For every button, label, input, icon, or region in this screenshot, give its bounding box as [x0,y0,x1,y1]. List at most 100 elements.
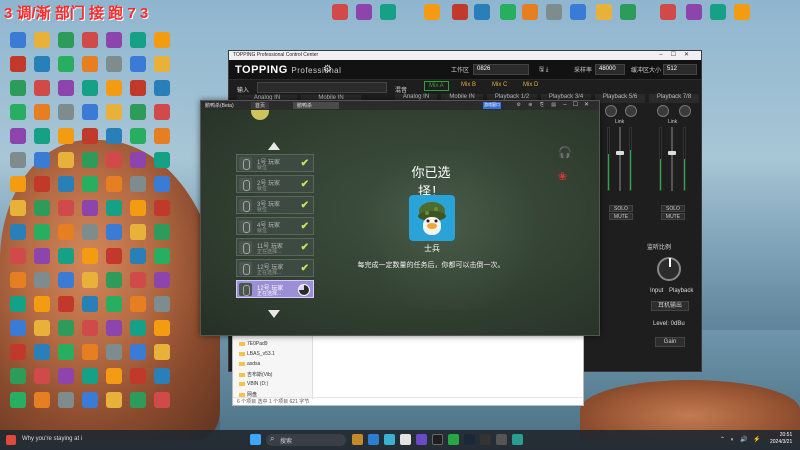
desktop-app-icon[interactable] [154,296,170,312]
sample-rate-select[interactable]: 48000 [595,64,625,75]
desktop-app-icon[interactable] [106,320,122,336]
desktop-app-icon[interactable] [106,32,122,48]
game-window-controls[interactable]: –☐✕ [563,101,595,108]
desktop-app-icon[interactable] [58,104,74,120]
desktop-app-icon[interactable] [82,320,98,336]
topping-window-controls[interactable]: –☐✕ [659,51,697,58]
explorer-item[interactable]: 吉布斯(Vib) [239,371,272,378]
desktop-app-icon[interactable] [58,80,74,96]
taskbar-app-icon[interactable] [416,434,427,445]
desktop-app-icon[interactable] [130,80,146,96]
tab-game[interactable]: 鹅鸭杀 [293,102,339,109]
start-button[interactable] [250,434,261,445]
desktop-app-icon[interactable] [570,4,586,20]
pan-knob[interactable] [605,105,617,117]
desktop-app-icon[interactable] [82,248,98,264]
desktop-app-icon[interactable] [82,344,98,360]
desktop-app-icon[interactable] [106,128,122,144]
desktop-app-icon[interactable] [332,4,348,20]
desktop-app-icon[interactable] [10,392,26,408]
desktop-app-icon[interactable] [10,104,26,120]
desktop-app-icon[interactable] [130,56,146,72]
desktop-app-icon[interactable] [34,104,50,120]
desktop-app-icon[interactable] [130,296,146,312]
desktop-app-icon[interactable] [82,368,98,384]
desktop-app-icon[interactable] [130,224,146,240]
desktop-app-icon[interactable] [10,32,26,48]
taskbar-news[interactable]: Why you're staying at i [22,436,82,442]
pan-knob[interactable] [657,105,669,117]
desktop-app-icon[interactable] [424,4,440,20]
desktop-app-icon[interactable] [130,32,146,48]
fader-handle[interactable] [616,151,624,155]
rose-icon[interactable]: ❀ [558,170,567,183]
desktop-app-icon[interactable] [34,152,50,168]
workspace-field[interactable]: 0826 [473,64,529,75]
desktop-app-icon[interactable] [154,176,170,192]
desktop-app-icon[interactable] [356,4,372,20]
desktop-app-icon[interactable] [34,272,50,288]
pan-knob[interactable] [625,105,637,117]
desktop-app-icon[interactable] [106,248,122,264]
desktop-app-icon[interactable] [686,4,702,20]
desktop-app-icon[interactable] [710,4,726,20]
desktop-app-icon[interactable] [106,56,122,72]
desktop-app-icon[interactable] [10,128,26,144]
desktop-app-icon[interactable] [58,128,74,144]
desktop-app-icon[interactable] [82,272,98,288]
taskbar-app-icon[interactable] [400,434,411,445]
desktop-app-icon[interactable] [58,200,74,216]
desktop-app-icon[interactable] [660,4,676,20]
desktop-app-icon[interactable] [34,200,50,216]
taskbar-app-icon[interactable] [432,434,443,445]
desktop-app-icon[interactable] [82,152,98,168]
desktop-app-icon[interactable] [546,4,562,20]
desktop-app-icon[interactable] [154,392,170,408]
desktop-app-icon[interactable] [130,344,146,360]
pan-knob[interactable] [679,105,691,117]
desktop-app-icon[interactable] [10,176,26,192]
taskbar-app-icon[interactable] [496,434,507,445]
desktop-app-icon[interactable] [34,56,50,72]
desktop-app-icon[interactable] [34,32,50,48]
desktop-app-icon[interactable] [82,128,98,144]
desktop-app-icon[interactable] [154,32,170,48]
desktop-app-icon[interactable] [106,392,122,408]
mute-button[interactable]: MUTE [661,213,685,220]
tab-mix-b[interactable]: Mix B [457,81,480,89]
taskbar-app-icon[interactable] [464,434,475,445]
desktop-app-icon[interactable] [82,104,98,120]
desktop-app-icon[interactable] [130,104,146,120]
taskbar-clock[interactable]: 20:51 2024/3/21 [770,432,792,446]
desktop-app-icon[interactable] [34,80,50,96]
taskbar-app-icon[interactable] [480,434,491,445]
fader-handle[interactable] [668,151,676,155]
desktop-app-icon[interactable] [130,152,146,168]
taskbar-app-icon[interactable] [384,434,395,445]
scroll-down-arrow-icon[interactable] [268,310,280,318]
desktop-app-icon[interactable] [58,224,74,240]
taskbar-app-icon[interactable] [352,434,363,445]
desktop-app-icon[interactable] [34,296,50,312]
desktop-app-icon[interactable] [106,200,122,216]
desktop-app-icon[interactable] [154,320,170,336]
desktop-app-icon[interactable] [154,152,170,168]
desktop-app-icon[interactable] [130,392,146,408]
desktop-app-icon[interactable] [106,344,122,360]
desktop-app-icon[interactable] [82,56,98,72]
desktop-app-icon[interactable] [58,392,74,408]
desktop-app-icon[interactable] [58,56,74,72]
desktop-app-icon[interactable] [58,152,74,168]
desktop-app-icon[interactable] [10,320,26,336]
desktop-app-icon[interactable] [34,224,50,240]
taskbar-app-icon[interactable] [368,434,379,445]
desktop-app-icon[interactable] [34,176,50,192]
desktop-app-icon[interactable] [10,200,26,216]
desktop-app-icon[interactable] [130,200,146,216]
desktop-app-icon[interactable] [130,176,146,192]
desktop-app-icon[interactable] [58,272,74,288]
mute-button[interactable]: MUTE [609,213,633,220]
buffer-size-select[interactable]: 512 [663,64,697,75]
tab-mix-a[interactable]: Mix A [424,81,449,91]
desktop-app-icon[interactable] [130,320,146,336]
